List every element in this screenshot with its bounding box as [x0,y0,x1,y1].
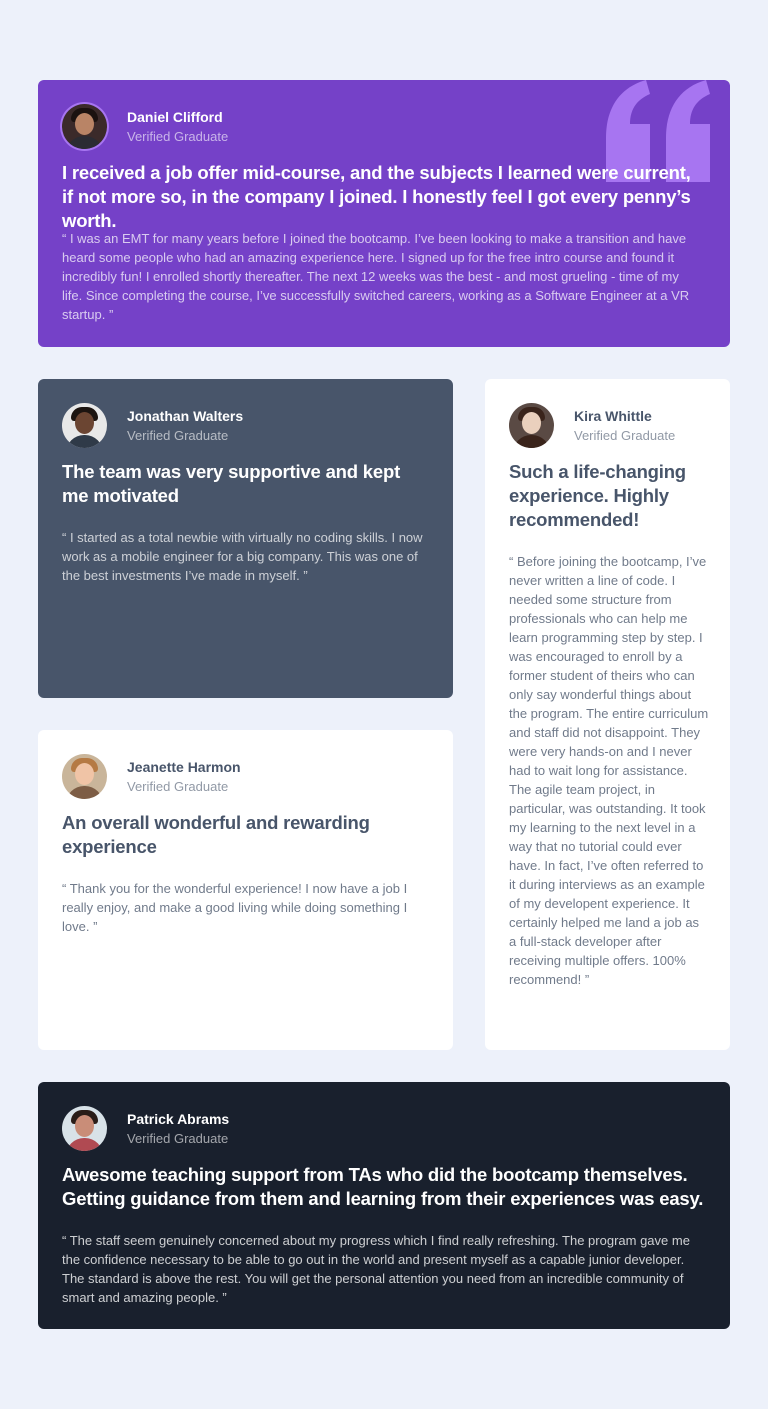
author-role: Verified Graduate [127,778,229,794]
testimonial-headline: Such a life-changing experience. Highly … [509,461,686,530]
author-header: Jonathan Walters Verified Graduate [62,403,243,448]
testimonial-body: “ The staff seem genuinely concerned abo… [62,1233,690,1305]
testimonial-card-jeanette: Jeanette Harmon Verified Graduate An ove… [38,730,453,1050]
testimonial-headline: An overall wonderful and rewarding exper… [62,812,370,857]
author-name: Patrick Abrams [127,1110,230,1127]
author-role: Verified Graduate [127,1130,229,1146]
author-name: Daniel Clifford [127,108,223,125]
testimonial-card-jonathan: Jonathan Walters Verified Graduate The t… [38,379,453,698]
author-role: Verified Graduate [574,427,676,443]
testimonial-headline: I received a job offer mid-course, and t… [62,162,691,231]
author-role: Verified Graduate [127,128,229,144]
author-header: Jeanette Harmon Verified Graduate [62,754,241,799]
author-header: Kira Whittle Verified Graduate [509,403,675,448]
avatar [62,104,107,149]
avatar [62,754,107,799]
author-header: Patrick Abrams Verified Graduate [62,1106,229,1151]
author-role: Verified Graduate [127,427,229,443]
testimonial-body: “ Thank you for the wonderful experience… [62,881,408,934]
author-name: Jonathan Walters [127,407,244,424]
testimonial-body: “ Before joining the bootcamp, I’ve neve… [509,554,709,987]
testimonial-card-kira: Kira Whittle Verified Graduate Such a li… [485,379,730,1050]
testimonial-card-patrick: Patrick Abrams Verified Graduate Awesome… [38,1082,730,1329]
avatar [62,1106,107,1151]
author-name: Kira Whittle [574,407,652,424]
avatar [62,403,107,448]
avatar [509,403,554,448]
testimonial-card-daniel: Daniel Clifford Verified Graduate I rece… [38,80,730,347]
author-header: Daniel Clifford Verified Graduate [62,104,228,149]
author-name: Jeanette Harmon [127,758,241,775]
testimonial-headline: Awesome teaching support from TAs who di… [62,1164,704,1209]
testimonial-body: “ I started as a total newbie with virtu… [62,530,423,583]
testimonial-body: “ I was an EMT for many years before I j… [62,231,690,322]
testimonial-headline: The team was very supportive and kept me… [62,461,401,506]
